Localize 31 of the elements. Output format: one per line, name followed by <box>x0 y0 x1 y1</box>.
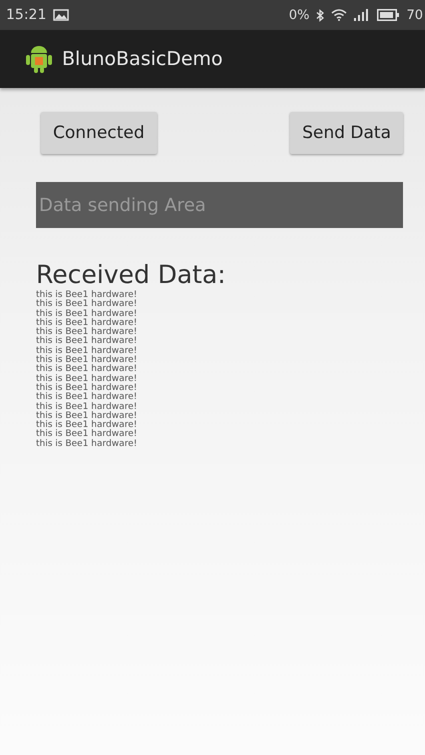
received-line: this is Bee1 hardware! <box>36 318 138 328</box>
received-line: this is Bee1 hardware! <box>36 430 138 440</box>
received-line: this is Bee1 hardware! <box>36 346 138 356</box>
android-icon <box>24 44 54 74</box>
network-speed: 0% <box>288 8 310 22</box>
image-icon <box>53 9 70 21</box>
received-line: this is Bee1 hardware! <box>36 393 138 402</box>
received-line: this is Bee1 hardware! <box>36 365 138 374</box>
received-line: this is Bee1 hardware! <box>36 310 138 319</box>
received-line: this is Bee1 hardware! <box>36 328 138 338</box>
action-button[interactable]: Connected <box>41 112 157 154</box>
received-line: this is Bee1 hardware! <box>36 412 138 421</box>
received-line: this is Bee1 hardware! <box>36 356 138 366</box>
signal-icon <box>354 9 370 21</box>
clock: 15:21 <box>6 7 46 23</box>
battery-icon <box>377 9 400 21</box>
received-heading: Received Data: <box>36 260 227 289</box>
received-line: this is Bee1 hardware! <box>36 374 138 384</box>
received-line: this is Bee1 hardware! <box>36 402 138 412</box>
wifi-icon <box>331 9 348 21</box>
bluetooth-icon <box>316 8 324 22</box>
received-line: this is Bee1 hardware! <box>36 337 138 346</box>
received-line: this is Bee1 hardware! <box>36 300 138 310</box>
received-line: this is Bee1 hardware! <box>36 384 138 393</box>
app-title: BlunoBasicDemo <box>62 48 223 70</box>
battery-level: 70 <box>406 8 423 22</box>
received-line: this is Bee1 hardware! <box>36 440 138 450</box>
received-line: this is Bee1 hardware! <box>36 291 138 300</box>
input-field[interactable]: Data sending Area <box>36 182 403 228</box>
action-button[interactable]: Send Data <box>290 112 403 154</box>
received-line: this is Bee1 hardware! <box>36 421 138 430</box>
